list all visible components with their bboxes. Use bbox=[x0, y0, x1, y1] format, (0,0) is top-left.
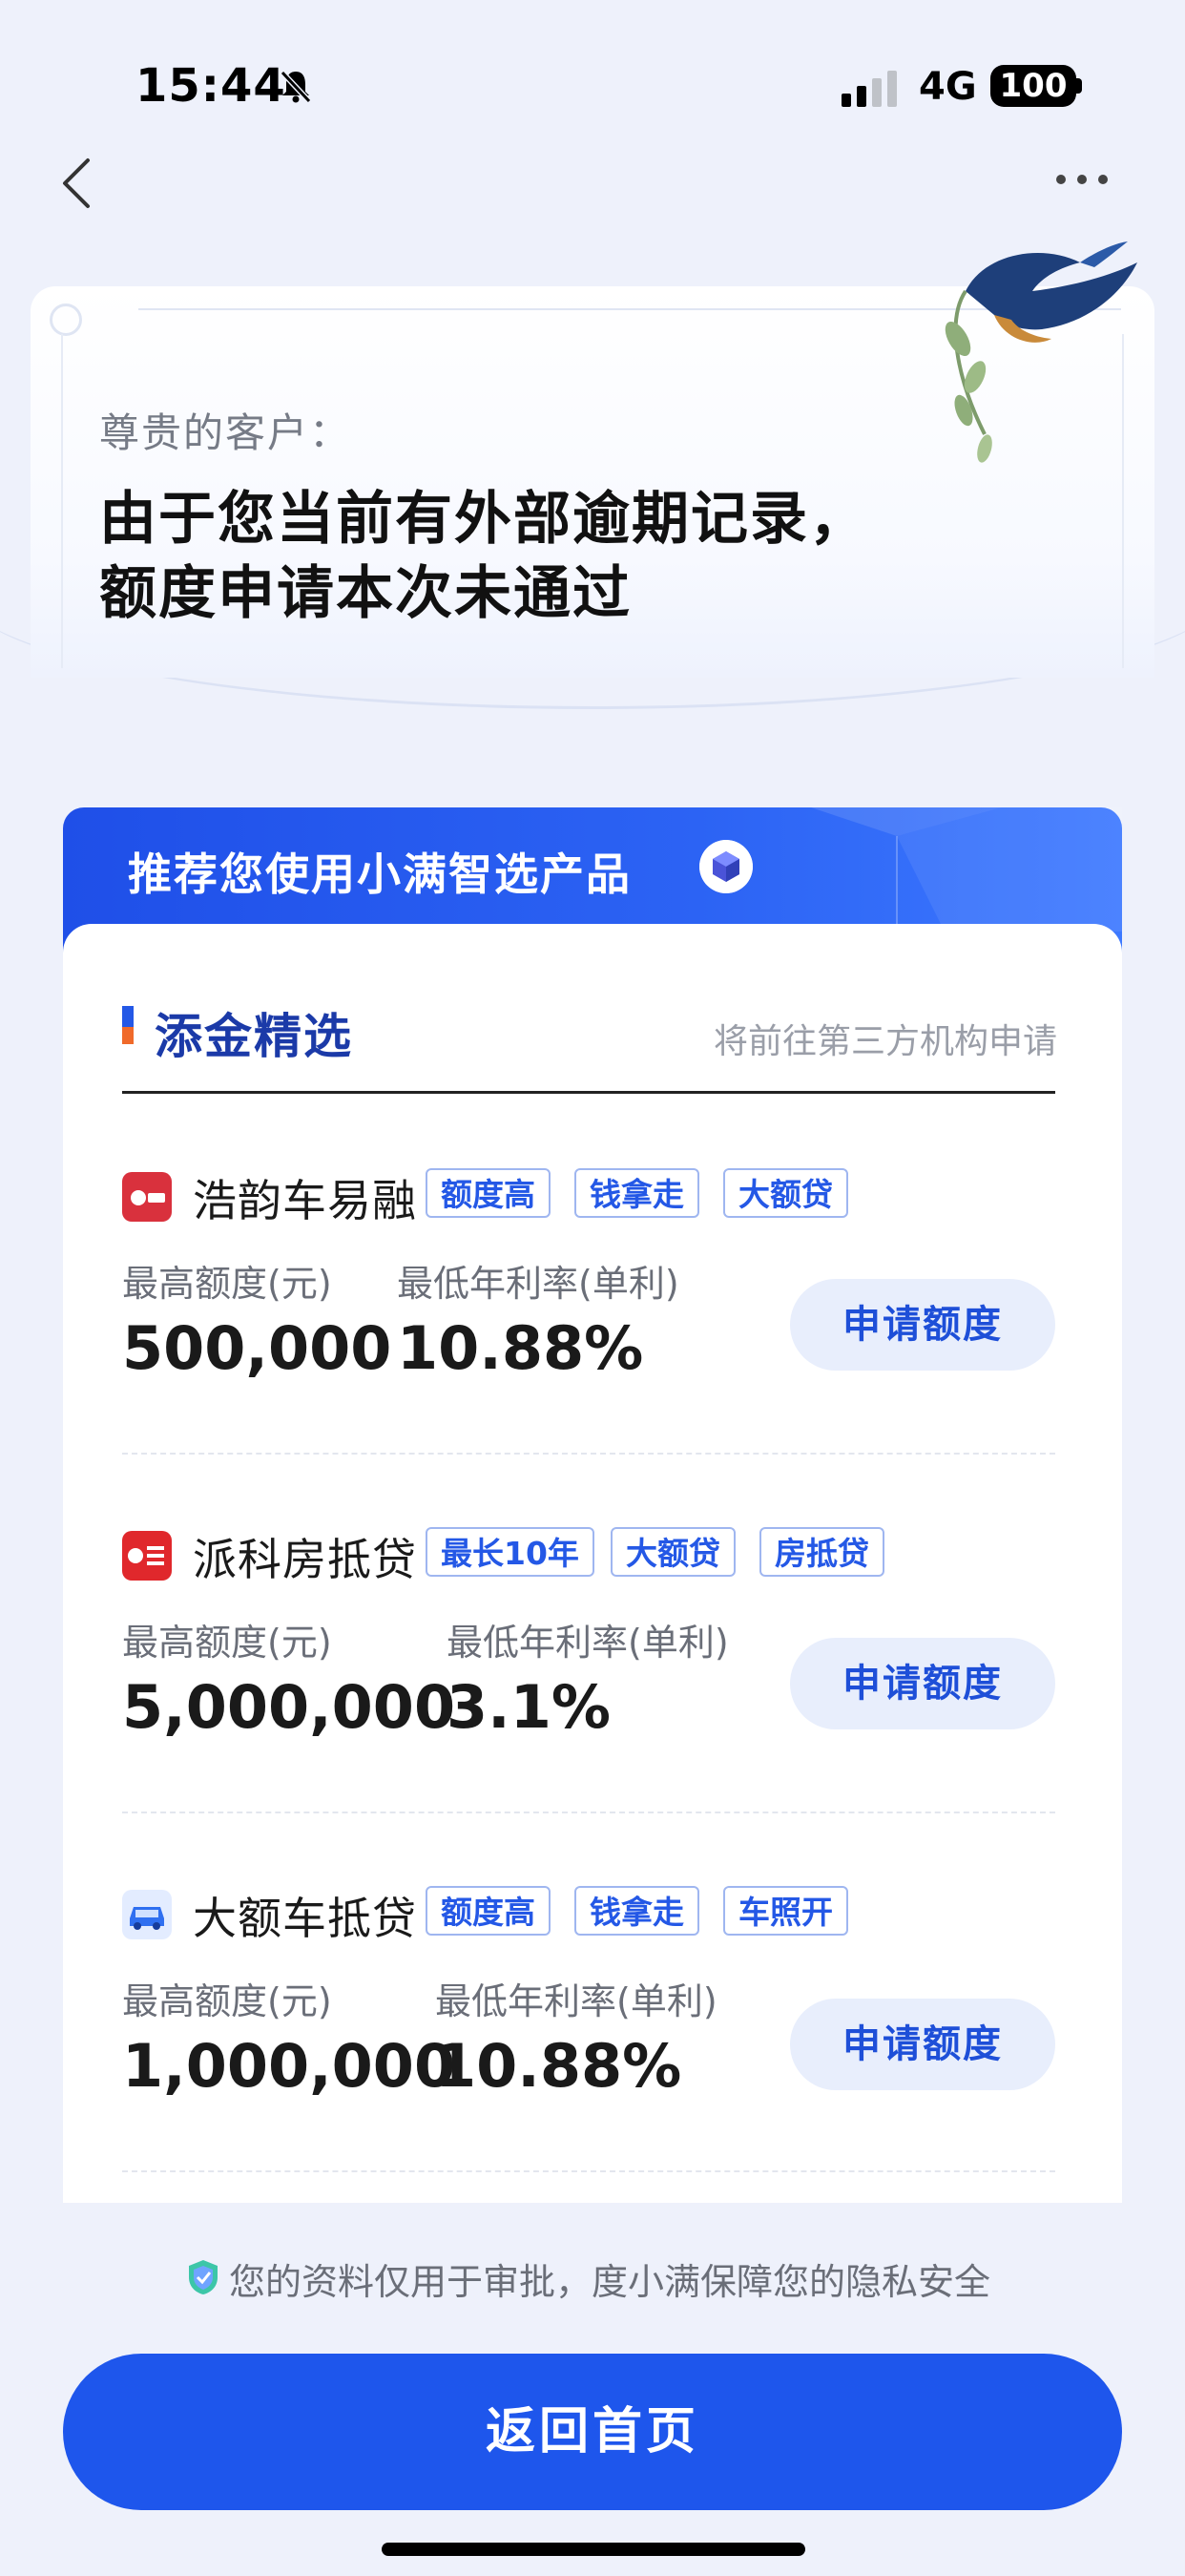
min-rate-value: 10.88% bbox=[435, 2031, 682, 2101]
product-tag: 大额贷 bbox=[611, 1527, 736, 1577]
battery-level: 100 bbox=[990, 65, 1076, 107]
max-amount-value: 500,000 bbox=[122, 1313, 392, 1383]
product-tag: 钱拿走 bbox=[574, 1886, 699, 1936]
section-title: 添金精选 bbox=[155, 1009, 353, 1064]
product-tag: 大额贷 bbox=[723, 1168, 848, 1218]
min-rate-value: 10.88% bbox=[397, 1313, 644, 1383]
product-logo-haoyun bbox=[122, 1172, 172, 1222]
product-tag: 钱拿走 bbox=[574, 1168, 699, 1218]
min-rate-label: 最低年利率(单利) bbox=[435, 1980, 717, 2022]
product-logo-paike bbox=[122, 1531, 172, 1581]
min-rate-label: 最低年利率(单利) bbox=[447, 1622, 729, 1664]
row-divider bbox=[122, 2170, 1055, 2172]
product-tag: 房抵贷 bbox=[759, 1527, 884, 1577]
min-rate-label: 最低年利率(单利) bbox=[397, 1263, 679, 1305]
product-name: 大额车抵贷 bbox=[193, 1893, 417, 1944]
max-amount-label: 最高额度(元) bbox=[122, 1263, 332, 1305]
section-divider bbox=[122, 1091, 1055, 1094]
row-divider bbox=[122, 1812, 1055, 1813]
headline-line-2: 额度申请本次未通过 bbox=[99, 560, 632, 627]
banner-facet-decoration bbox=[811, 807, 1122, 932]
car-logo-icon bbox=[131, 1190, 165, 1205]
min-rate-value: 3.1% bbox=[447, 1672, 611, 1742]
more-options-icon[interactable] bbox=[1053, 168, 1111, 191]
cube-badge-icon bbox=[699, 840, 753, 893]
network-type: 4G bbox=[919, 65, 977, 109]
apply-button[interactable]: 申请额度 bbox=[790, 1999, 1055, 2090]
apply-button[interactable]: 申请额度 bbox=[790, 1279, 1055, 1371]
back-arrow-icon[interactable] bbox=[57, 155, 95, 212]
status-time: 15:44 bbox=[135, 59, 286, 113]
notice-corner-ornament bbox=[50, 304, 82, 336]
row-divider bbox=[122, 1453, 1055, 1455]
section-marker-icon bbox=[122, 1006, 134, 1044]
product-tag: 车照开 bbox=[723, 1886, 848, 1936]
rejection-headline: 由于您当前有外部逾期记录， 额度申请本次未通过 bbox=[99, 482, 958, 631]
product-name: 派科房抵贷 bbox=[193, 1534, 417, 1585]
product-tag: 额度高 bbox=[426, 1168, 551, 1218]
max-amount-label: 最高额度(元) bbox=[122, 1980, 332, 2022]
shield-check-icon bbox=[189, 2260, 218, 2294]
return-home-button[interactable]: 返回首页 bbox=[63, 2354, 1122, 2510]
max-amount-label: 最高额度(元) bbox=[122, 1622, 332, 1664]
max-amount-value: 5,000,000 bbox=[122, 1672, 456, 1742]
swallow-illustration-icon bbox=[945, 241, 1137, 463]
greeting-text: 尊贵的客户： bbox=[99, 409, 352, 456]
product-tag: 额度高 bbox=[426, 1886, 551, 1936]
product-name: 浩韵车易融 bbox=[193, 1175, 417, 1226]
notice-left-border bbox=[61, 334, 63, 668]
car-icon bbox=[130, 1907, 164, 1930]
cellular-signal-icon bbox=[842, 71, 897, 107]
third-party-note: 将前往第三方机构申请 bbox=[714, 1022, 1058, 1061]
privacy-note: 您的资料仅用于审批，度小满保障您的隐私安全 bbox=[229, 2261, 991, 2303]
battery-tip bbox=[1076, 78, 1082, 94]
product-logo-car bbox=[122, 1890, 172, 1939]
product-tag: 最长10年 bbox=[426, 1527, 594, 1577]
home-indicator bbox=[382, 2543, 805, 2556]
headline-line-1: 由于您当前有外部逾期记录， bbox=[99, 486, 868, 553]
max-amount-value: 1,000,000 bbox=[122, 2031, 456, 2101]
k-logo-icon bbox=[128, 1546, 164, 1565]
recommend-title: 推荐您使用小满智选产品 bbox=[128, 848, 632, 900]
silent-bell-icon bbox=[280, 70, 312, 104]
apply-button[interactable]: 申请额度 bbox=[790, 1638, 1055, 1729]
